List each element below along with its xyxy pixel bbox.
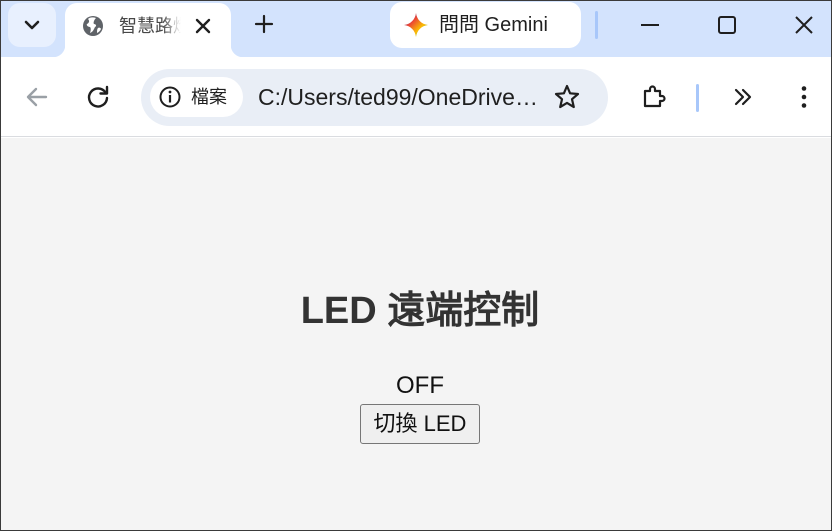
- site-info-label: 檔案: [191, 87, 227, 107]
- maximize-icon[interactable]: [714, 12, 740, 38]
- toolbar-divider: [696, 84, 699, 112]
- toggle-led-button[interactable]: 切換 LED: [359, 404, 481, 444]
- tabstrip-divider: [595, 11, 598, 39]
- globe-icon: [83, 16, 103, 36]
- tab-strip: 智慧路燈 問問 Gemini: [1, 1, 831, 57]
- extensions-puzzle-icon[interactable]: [640, 82, 668, 110]
- chevron-double-right-icon[interactable]: [729, 83, 757, 111]
- chevron-down-icon: [24, 20, 40, 30]
- back-arrow-icon[interactable]: [23, 83, 51, 111]
- ask-gemini-label: 問問 Gemini: [439, 14, 548, 36]
- tab-active[interactable]: 智慧路燈: [53, 3, 243, 57]
- address-bar[interactable]: 檔案 C:/Users/ted99/OneDrive/LED.html: [141, 69, 608, 126]
- toolbar: 檔案 C:/Users/ted99/OneDrive/LED.html: [1, 57, 831, 137]
- tab-title: 智慧路燈: [119, 16, 181, 36]
- close-icon[interactable]: [191, 14, 215, 38]
- url-text[interactable]: C:/Users/ted99/OneDrive/LED.html: [258, 83, 542, 111]
- button-container: 切換 LED: [1, 404, 832, 444]
- minimize-icon[interactable]: [637, 12, 663, 38]
- page-content: LED 遠端控制 OFF 切換 LED: [1, 138, 831, 530]
- bookmark-star-icon[interactable]: [553, 83, 581, 111]
- window-close-icon[interactable]: [791, 12, 817, 38]
- site-info-chip[interactable]: 檔案: [150, 77, 243, 117]
- reload-icon[interactable]: [84, 83, 112, 111]
- page-title: LED 遠端控制: [300, 290, 540, 332]
- tab-search-button[interactable]: [8, 3, 56, 47]
- gemini-sparkle-icon: [404, 13, 428, 37]
- ask-gemini-button[interactable]: 問問 Gemini: [390, 2, 581, 48]
- info-icon: [159, 86, 181, 108]
- plus-icon[interactable]: [252, 12, 276, 36]
- more-vertical-icon[interactable]: [790, 83, 818, 111]
- led-status-text: OFF: [396, 372, 444, 399]
